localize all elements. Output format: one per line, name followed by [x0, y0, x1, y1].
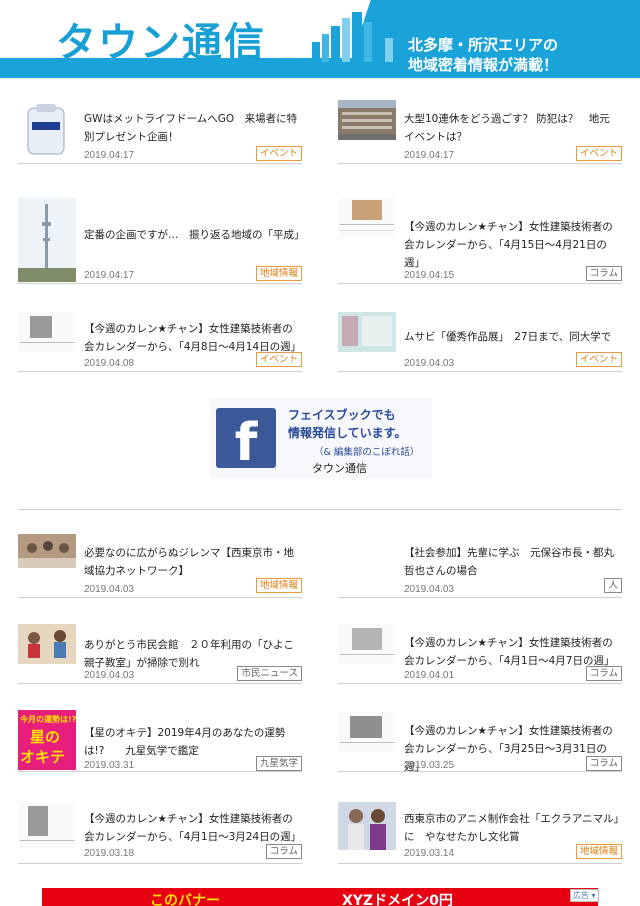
- article-item[interactable]: 【今週のカレン★チャン】女性建築技術者の会カレンダーから、「3月25日～3月31…: [338, 704, 622, 773]
- facebook-banner[interactable]: f フェイスブックでも 情報発信しています。 （& 編集部のこぼれ話） タウン通…: [210, 398, 432, 478]
- article-item[interactable]: 【今週のカレン★チャン】女性建築技術者の会カレンダーから、「4月1日～3月24日…: [18, 796, 302, 864]
- category-badge[interactable]: イベント: [255, 352, 302, 367]
- article-item[interactable]: 今月の運勢は!? 星の オキテ 【星のオキテ】2019年4月のあなたの運勢は!?…: [18, 704, 302, 772]
- category-badge[interactable]: イベント: [255, 146, 302, 161]
- article-item[interactable]: 【今週のカレン★チャン】女性建築技術者の会カレンダーから、「4月1日～4月7日の…: [338, 616, 622, 684]
- article-title[interactable]: 必要なのに広がらぬジレンマ【西東京市・地域協力ネットワーク】: [84, 544, 300, 580]
- facebook-banner-line1: フェイスブックでも: [288, 408, 396, 422]
- calendar-image: [18, 802, 76, 848]
- article-title[interactable]: 【星のオキテ】2019年4月のあなたの運勢は!? 九星気学で鑑定: [84, 724, 300, 760]
- article-title[interactable]: 【社会参加】先輩に学ぶ 元保谷市長・都丸哲也さんの場合: [404, 544, 620, 580]
- article-title[interactable]: 【今週のカレン★チャン】女性建築技術者の会カレンダーから、「4月1日～3月24日…: [84, 810, 301, 846]
- article-title[interactable]: GWはメットライフドームへGO 来場者に特別プレゼント企画！: [84, 110, 300, 146]
- article-title[interactable]: 西東京市のアニメ制作会社「エクラアニマル」に やなせたかし文化賞: [404, 810, 620, 846]
- article-title[interactable]: 大型10連休をどう過ごす？ 防犯は？ 地元イベントは？: [404, 110, 620, 146]
- ad-label-dropdown[interactable]: 広告 ▾: [570, 889, 599, 902]
- article-item[interactable]: 【社会参加】先輩に学ぶ 元保谷市長・都丸哲也さんの場合 2019.04.03 人: [338, 530, 622, 598]
- exhibition-image: [338, 312, 396, 352]
- category-badge[interactable]: 地域情報: [575, 844, 622, 859]
- category-badge[interactable]: コラム: [265, 844, 302, 859]
- category-badge[interactable]: コラム: [585, 266, 622, 281]
- site-header: タウン通信 北多摩・所沢エリアの 地域密着情報が満載！: [0, 0, 640, 80]
- category-badge[interactable]: 人: [604, 578, 622, 593]
- article-date: 2019.04.08: [84, 358, 135, 369]
- article-item[interactable]: 必要なのに広がらぬジレンマ【西東京市・地域協力ネットワーク】 2019.04.0…: [18, 530, 302, 598]
- category-badge[interactable]: イベント: [575, 146, 622, 161]
- facebook-banner-line2: 情報発信しています。: [288, 426, 407, 440]
- award-image: [338, 802, 396, 850]
- article-date: 2019.03.14: [404, 848, 455, 859]
- article-date: 2019.04.17: [404, 150, 455, 161]
- calendar-image: [18, 312, 76, 352]
- calendar-image: [338, 198, 396, 238]
- category-badge[interactable]: 地域情報: [255, 266, 302, 281]
- category-badge[interactable]: 地域情報: [255, 578, 302, 593]
- section-divider: [18, 509, 622, 510]
- article-date: 2019.04.03: [404, 584, 455, 595]
- article-date: 2019.04.17: [84, 150, 135, 161]
- article-title[interactable]: 定番の企画ですが… 振り返る地域の「平成」: [84, 226, 305, 244]
- article-item[interactable]: 【今週のカレン★チャン】女性建築技術者の会カレンダーから、「4月8日～4月14日…: [18, 302, 302, 372]
- article-item[interactable]: 西東京市のアニメ制作会社「エクラアニマル」に やなせたかし文化賞 2019.03…: [338, 796, 622, 864]
- article-date: 2019.03.18: [84, 848, 135, 859]
- article-date: 2019.04.03: [84, 670, 135, 681]
- article-item[interactable]: ありがとう市民会館 ２０年利用の「ひよこ親子教室」が掃除で別れ 2019.04.…: [18, 616, 302, 684]
- category-badge[interactable]: コラム: [585, 666, 622, 681]
- article-title[interactable]: 【今週のカレン★チャン】女性建築技術者の会カレンダーから、「4月15日～4月21…: [404, 218, 620, 272]
- article-item[interactable]: 【今週のカレン★チャン】女性建築技術者の会カレンダーから、「4月15日～4月21…: [338, 198, 622, 284]
- facebook-icon: f: [216, 408, 276, 468]
- calendar-image: [338, 712, 396, 752]
- article-date: 2019.03.25: [404, 760, 455, 771]
- city-skyline-icon: [312, 12, 393, 62]
- article-date: 2019.04.17: [84, 270, 135, 281]
- article-date: 2019.04.01: [404, 670, 455, 681]
- children-image: [18, 624, 76, 664]
- facebook-banner-line3: （& 編集部のこぼれ話）: [314, 447, 420, 458]
- article-title[interactable]: 【今週のカレン★チャン】女性建築技術者の会カレンダーから、「4月8日～4月14日…: [84, 320, 301, 356]
- article-date: 2019.04.03: [404, 358, 455, 369]
- ad-text-2: XYZドメイン0円: [342, 893, 453, 906]
- station-building-image: [338, 100, 396, 140]
- tower-image: [18, 198, 76, 282]
- horoscope-image-line3: オキテ: [20, 748, 66, 766]
- category-badge[interactable]: 市民ニュース: [237, 666, 302, 681]
- facebook-banner-line4: タウン通信: [312, 462, 367, 475]
- article-date: 2019.04.03: [84, 584, 135, 595]
- ad-text-1: このバナー: [150, 893, 220, 906]
- article-item[interactable]: 定番の企画ですが… 振り返る地域の「平成」 2019.04.17 地域情報: [18, 198, 305, 284]
- calendar-image: [338, 624, 396, 664]
- article-item[interactable]: 大型10連休をどう過ごす？ 防犯は？ 地元イベントは？ 2019.04.17 イ…: [338, 96, 622, 164]
- article-item[interactable]: GWはメットライフドームへGO 来場者に特別プレゼント企画！ 2019.04.1…: [18, 96, 302, 164]
- horoscope-image: 今月の運勢は!? 星の オキテ: [18, 710, 76, 770]
- category-badge[interactable]: コラム: [585, 756, 622, 771]
- site-logo[interactable]: タウン通信: [56, 10, 266, 68]
- header-tagline-line2: 地域密着情報が満載！: [408, 56, 559, 74]
- article-item[interactable]: ムサビ「優秀作品展」 27日まで、同大学で 2019.04.03 イベント: [338, 302, 622, 372]
- header-tagline-line1: 北多摩・所沢エリアの: [408, 36, 559, 54]
- baseball-bag-image: [18, 100, 76, 158]
- article-title[interactable]: 【今週のカレン★チャン】女性建築技術者の会カレンダーから、「4月1日～4月7日の…: [404, 634, 620, 670]
- meeting-image: [18, 534, 76, 568]
- article-title[interactable]: ムサビ「優秀作品展」 27日まで、同大学で: [404, 328, 620, 346]
- horoscope-image-line2: 星の: [30, 728, 61, 746]
- category-badge[interactable]: 九星気学: [255, 756, 302, 771]
- horoscope-image-line1: 今月の運勢は!?: [20, 715, 76, 724]
- category-badge[interactable]: イベント: [575, 352, 622, 367]
- article-date: 2019.04.15: [404, 270, 455, 281]
- ad-banner[interactable]: このバナー XYZドメイン0円: [42, 888, 598, 906]
- article-date: 2019.03.31: [84, 760, 135, 771]
